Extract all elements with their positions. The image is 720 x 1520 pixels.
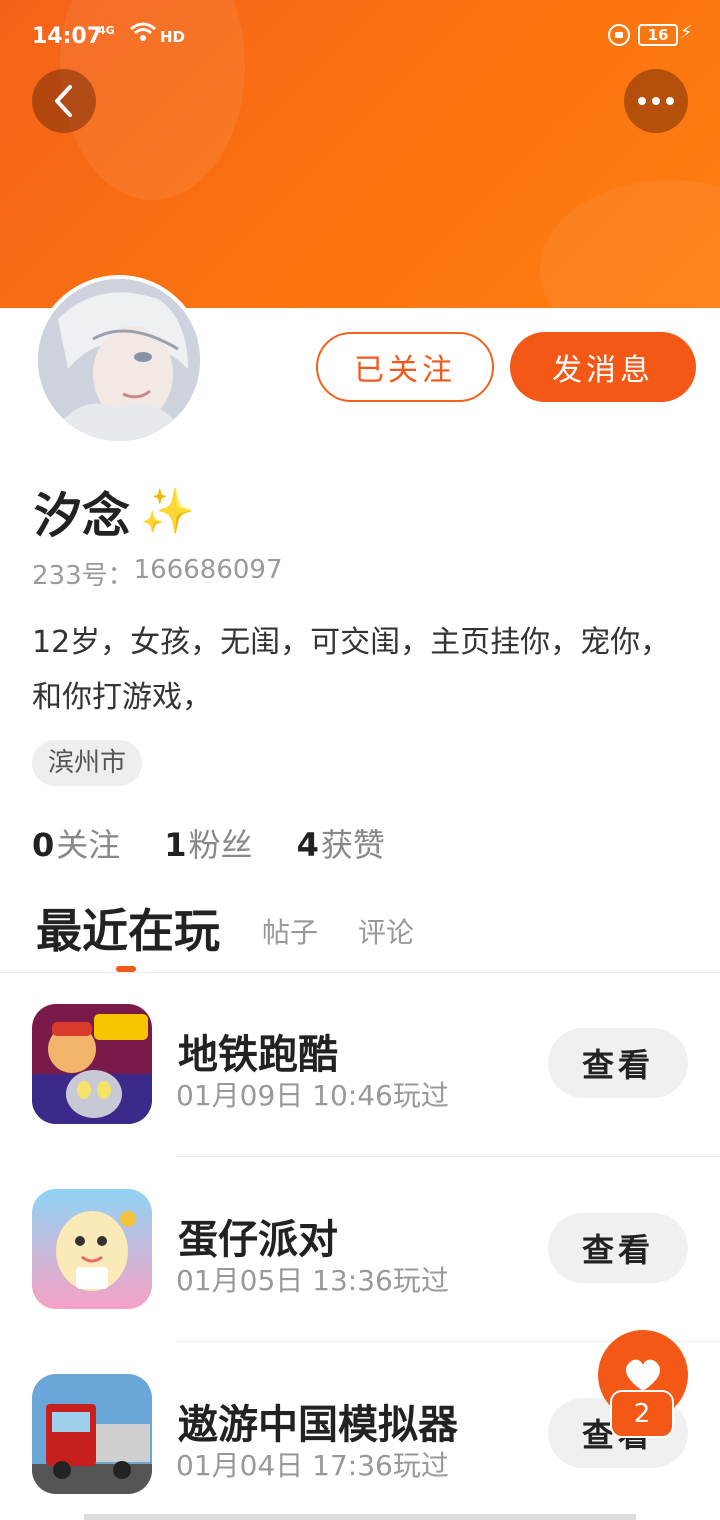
- tab-recently-played[interactable]: 最近在玩: [36, 895, 220, 961]
- wifi-icon: [130, 22, 156, 47]
- game-played-time: 01月05日 13:36玩过: [176, 1264, 449, 1297]
- game-icon-eggy-party: [32, 1189, 152, 1309]
- avatar[interactable]: [34, 275, 204, 445]
- username-text: 汐念: [34, 488, 131, 544]
- bottom-edge: [84, 1514, 636, 1520]
- stat-label: 关注: [56, 826, 121, 864]
- game-name: 地铁跑酷: [178, 1032, 338, 1078]
- like-count-badge: 2: [610, 1390, 674, 1438]
- user-id: 233号： 166686097: [32, 555, 283, 592]
- status-bar: 14:07 4G HD 16 ⚡: [0, 0, 720, 74]
- battery-icon: 16: [638, 24, 678, 46]
- divider: [0, 972, 720, 973]
- list-item[interactable]: 地铁跑酷 01月09日 10:46玩过 查看: [0, 1004, 720, 1188]
- user-id-label: 233号：: [32, 561, 134, 591]
- stat-number: 1: [164, 826, 187, 864]
- send-message-button[interactable]: 发消息: [510, 332, 696, 402]
- game-icon-subway-surfers: [32, 1004, 152, 1124]
- stat-fans[interactable]: 1 粉丝: [164, 820, 252, 866]
- stat-following[interactable]: 0 关注: [32, 820, 120, 866]
- username: 汐念 ✨: [34, 476, 195, 546]
- avatar-image: [38, 279, 200, 441]
- stat-label: 获赞: [320, 826, 385, 864]
- view-button[interactable]: 查看: [548, 1213, 688, 1283]
- stat-likes[interactable]: 4 获赞: [297, 820, 385, 866]
- following-button[interactable]: 已关注: [316, 332, 494, 402]
- charging-icon: ⚡: [680, 22, 693, 43]
- game-name: 遨游中国模拟器: [178, 1402, 458, 1448]
- lock-rotation-icon: [608, 24, 630, 46]
- game-name: 蛋仔派对: [178, 1217, 338, 1263]
- game-played-time: 01月04日 17:36玩过: [176, 1449, 449, 1482]
- location-tag: 滨州市: [32, 740, 143, 786]
- stat-label: 粉丝: [188, 826, 253, 864]
- header-decoration: [540, 180, 720, 308]
- game-icon-truck-simulator: [32, 1374, 152, 1494]
- hd-icon: HD: [160, 28, 186, 46]
- profile-tabs: 最近在玩 帖子 评论: [36, 895, 686, 965]
- tab-comments[interactable]: 评论: [358, 911, 414, 951]
- chevron-left-icon: [55, 85, 72, 117]
- stat-number: 4: [296, 826, 319, 864]
- signal-icon: 4G: [98, 24, 115, 37]
- tab-posts[interactable]: 帖子: [262, 911, 318, 951]
- profile-stats: 0 关注 1 粉丝 4 获赞: [32, 820, 385, 866]
- view-button[interactable]: 查看: [548, 1028, 688, 1098]
- heart-icon: [625, 1359, 661, 1391]
- game-played-time: 01月09日 10:46玩过: [176, 1079, 449, 1112]
- more-button[interactable]: [624, 69, 688, 133]
- status-time: 14:07: [32, 24, 103, 49]
- user-id-value: 166686097: [133, 555, 283, 585]
- stat-number: 0: [32, 826, 55, 864]
- sparkle-icon: ✨: [140, 486, 195, 537]
- divider: [176, 1156, 720, 1157]
- back-button[interactable]: [32, 69, 96, 133]
- bio: 12岁，女孩，无闺，可交闺，主页挂你，宠你，和你打游戏，: [32, 625, 671, 715]
- more-horizontal-icon: [638, 97, 674, 105]
